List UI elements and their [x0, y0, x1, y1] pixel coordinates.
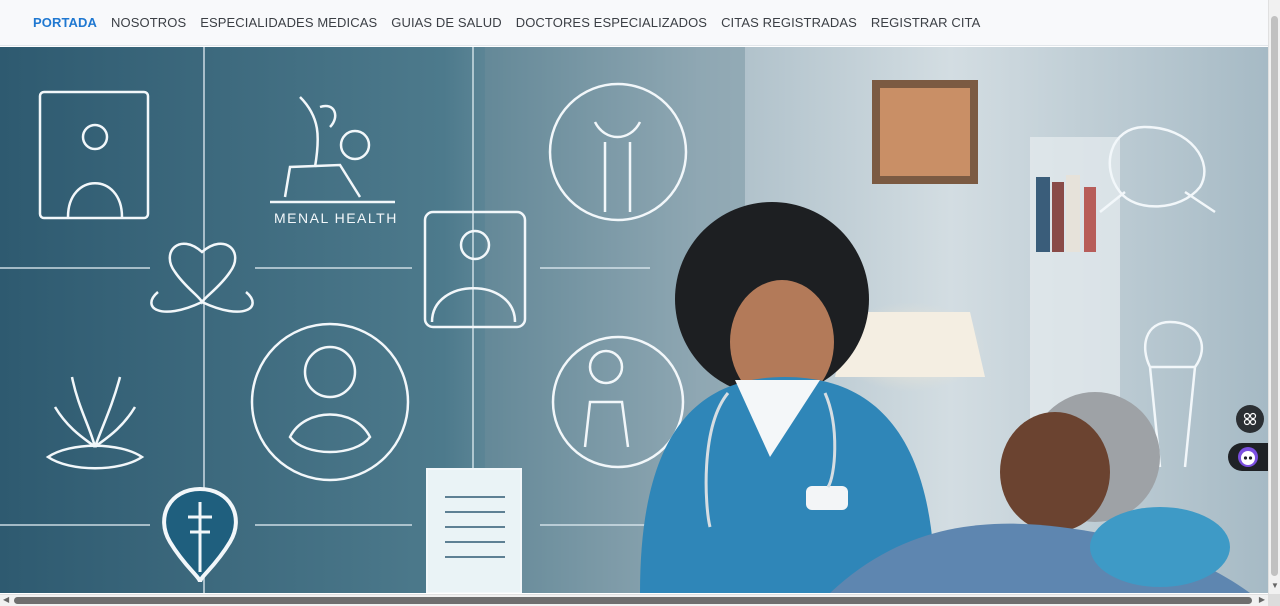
horizontal-scroll-thumb[interactable]	[14, 597, 1252, 604]
nav-link-registrar-cita[interactable]: REGISTRAR CITA	[871, 15, 981, 30]
scrollbar-corner	[1268, 594, 1280, 606]
nav-link-guias-de-salud[interactable]: GUIAS DE SALUD	[391, 15, 501, 30]
scroll-right-arrow-icon[interactable]: ▶	[1259, 595, 1265, 604]
nav-link-nosotros[interactable]: NOSOTROS	[111, 15, 186, 30]
chat-bot-icon	[1238, 447, 1258, 467]
scroll-left-arrow-icon[interactable]: ◀	[3, 595, 9, 604]
chat-bot-button[interactable]	[1228, 443, 1268, 471]
vertical-scroll-thumb[interactable]	[1271, 16, 1278, 576]
nav-link-especialidades-medicas[interactable]: ESPECIALIDADES MEDICAS	[200, 15, 377, 30]
hero-caption: MENAL HEALTH	[274, 210, 398, 226]
nav-link-doctores-especializados[interactable]: DOCTORES ESPECIALIZADOS	[516, 15, 707, 30]
main-navbar: PORTADA NOSOTROS ESPECIALIDADES MEDICAS …	[0, 0, 1268, 46]
vertical-scrollbar[interactable]: ▼	[1268, 0, 1280, 594]
grid-icon	[1243, 412, 1257, 426]
hero-illustration	[0, 47, 1268, 593]
nav-link-citas-registradas[interactable]: CITAS REGISTRADAS	[721, 15, 857, 30]
nav-link-portada[interactable]: PORTADA	[33, 15, 97, 30]
scroll-down-arrow-icon[interactable]: ▼	[1271, 581, 1279, 590]
floating-grid-button[interactable]	[1236, 405, 1264, 433]
hero-banner-image	[0, 47, 1268, 593]
horizontal-scrollbar[interactable]: ◀ ▶	[0, 594, 1268, 606]
